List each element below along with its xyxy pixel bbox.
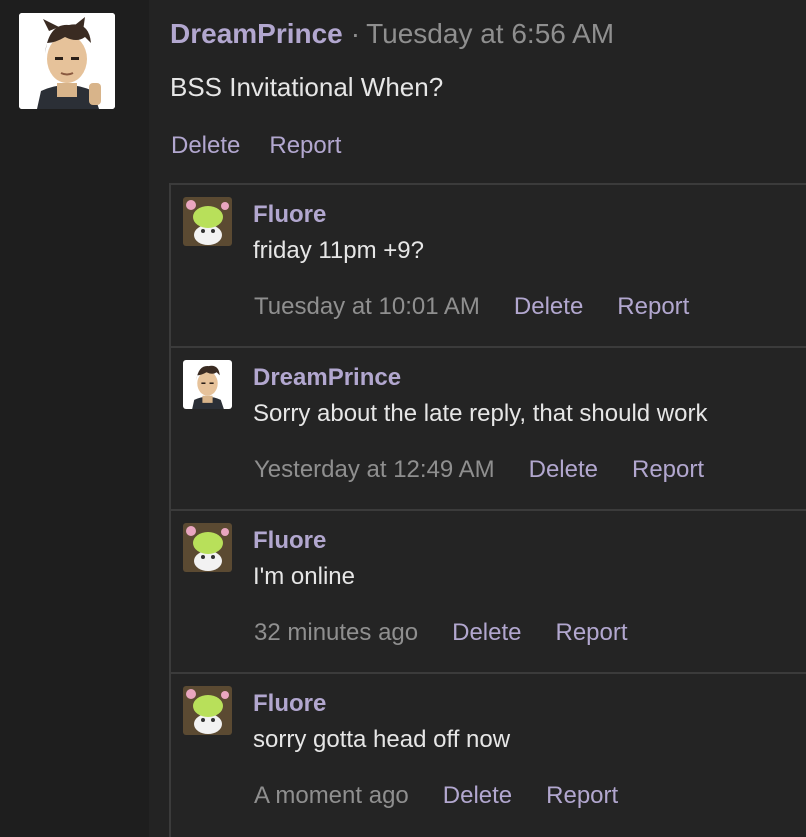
delete-button[interactable]: Delete (514, 293, 583, 321)
fluore-avatar-image (183, 197, 232, 246)
reply-text: sorry gotta head off now (253, 726, 511, 753)
reply-author[interactable]: Fluore (253, 690, 326, 718)
post-separator: · (350, 18, 361, 49)
author-avatar[interactable] (19, 13, 115, 109)
delete-button[interactable]: Delete (171, 132, 240, 160)
report-button[interactable]: Report (632, 456, 704, 484)
reply-avatar[interactable] (183, 360, 232, 409)
left-rail (0, 0, 149, 837)
reply-meta: 32 minutes ago Delete Report (254, 619, 628, 647)
reply-item: Fluore sorry gotta head off now A moment… (171, 674, 806, 837)
reply-meta: Yesterday at 12:49 AM Delete Report (254, 456, 704, 484)
reply-meta: A moment ago Delete Report (254, 782, 618, 810)
reply-text: I'm online (253, 563, 355, 590)
post-header: DreamPrince · Tuesday at 6:56 AM (170, 18, 614, 54)
reply-item: DreamPrince Sorry about the late reply, … (171, 348, 806, 511)
report-button[interactable]: Report (546, 782, 618, 810)
delete-button[interactable]: Delete (529, 456, 598, 484)
reply-author[interactable]: Fluore (253, 201, 326, 229)
reply-time[interactable]: Yesterday at 12:49 AM (254, 456, 495, 484)
delete-button[interactable]: Delete (452, 619, 521, 647)
post-time[interactable]: Tuesday at 6:56 AM (366, 18, 614, 50)
thread: DreamPrince · Tuesday at 6:56 AM BSS Inv… (149, 0, 806, 837)
fluore-avatar-image (183, 523, 232, 572)
reply-avatar[interactable] (183, 523, 232, 572)
reply-author[interactable]: DreamPrince (253, 364, 401, 392)
reply-time[interactable]: 32 minutes ago (254, 619, 418, 647)
post-actions: Delete Report (171, 132, 341, 160)
reply-time[interactable]: Tuesday at 10:01 AM (254, 293, 480, 321)
dreamprince-avatar-image (19, 13, 115, 109)
report-button[interactable]: Report (269, 132, 341, 160)
reply-item: Fluore friday 11pm +9? Tuesday at 10:01 … (171, 185, 806, 348)
report-button[interactable]: Report (555, 619, 627, 647)
delete-button[interactable]: Delete (443, 782, 512, 810)
reply-meta: Tuesday at 10:01 AM Delete Report (254, 293, 689, 321)
reply-item: Fluore I'm online 32 minutes ago Delete … (171, 511, 806, 674)
post-author[interactable]: DreamPrince (170, 18, 343, 50)
post-body: BSS Invitational When? (170, 72, 444, 102)
reply-text: friday 11pm +9? (253, 237, 424, 264)
reply-avatar[interactable] (183, 686, 232, 735)
reply-text: Sorry about the late reply, that should … (253, 400, 708, 427)
fluore-avatar-image (183, 686, 232, 735)
report-button[interactable]: Report (617, 293, 689, 321)
reply-time[interactable]: A moment ago (254, 782, 409, 810)
dreamprince-avatar-image (183, 360, 232, 409)
replies-list: Fluore friday 11pm +9? Tuesday at 10:01 … (169, 183, 806, 837)
reply-avatar[interactable] (183, 197, 232, 246)
reply-author[interactable]: Fluore (253, 527, 326, 555)
